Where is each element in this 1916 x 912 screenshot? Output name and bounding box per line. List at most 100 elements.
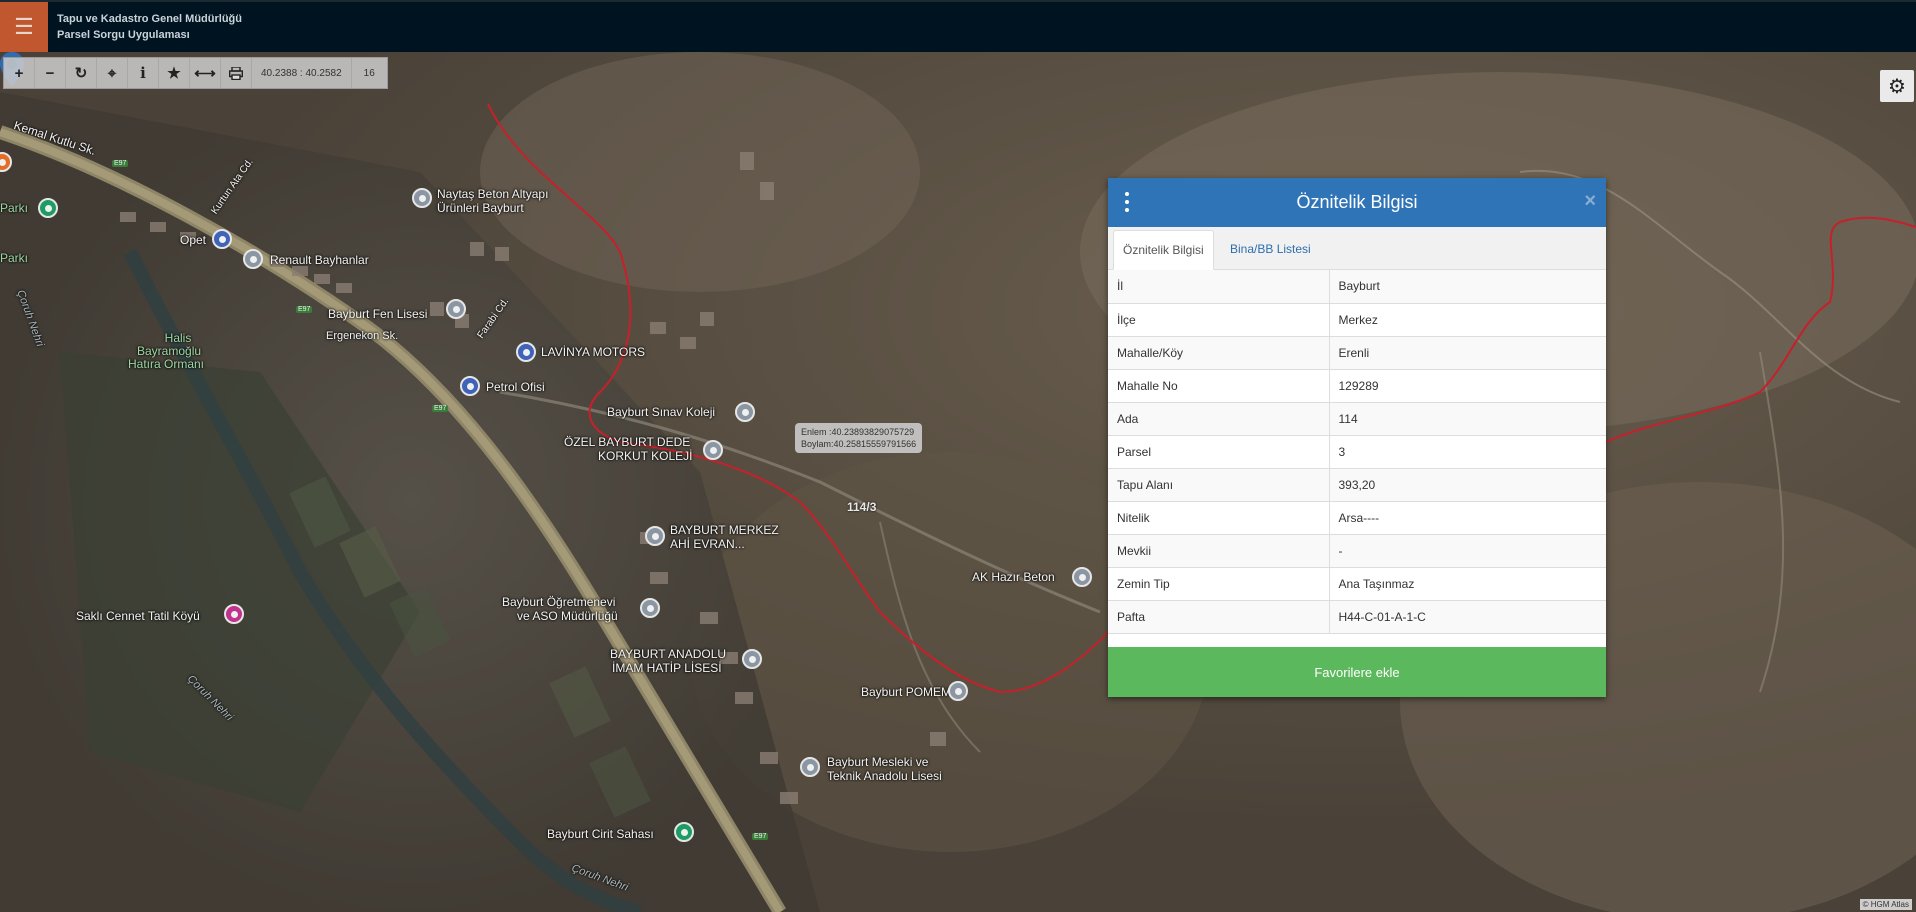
settings-button[interactable]: ⚙	[1880, 70, 1914, 102]
car-dealer-icon[interactable]	[516, 342, 536, 362]
poi-icon[interactable]	[243, 249, 263, 269]
table-row: Parsel 3	[1108, 435, 1606, 469]
zoom-in-button[interactable]: +	[4, 58, 35, 88]
attribute-key: Nitelik	[1108, 501, 1330, 535]
coordinate-readout: 40.2388 : 40.2582	[252, 58, 352, 88]
refresh-button[interactable]: ↻	[66, 58, 97, 88]
poi-icon[interactable]	[640, 598, 660, 618]
school-icon[interactable]	[645, 526, 665, 546]
ruler-icon: ⟷	[194, 65, 216, 82]
info-icon: i	[140, 64, 146, 82]
school-icon[interactable]	[800, 757, 820, 777]
school-icon[interactable]	[446, 299, 466, 319]
attribute-value: Merkez	[1329, 303, 1606, 337]
gear-icon: ⚙	[1888, 75, 1906, 98]
poi-label-ak-beton: AK Hazır Beton	[972, 570, 1055, 584]
refresh-icon: ↻	[74, 65, 88, 82]
attribute-value: -	[1329, 534, 1606, 568]
stadium-icon[interactable]	[674, 822, 694, 842]
park-label: Parkı	[0, 251, 29, 265]
tab-attribute-info[interactable]: Öznitelik Bilgisi	[1113, 230, 1214, 270]
poi-label-mesleki-2: Teknik Anadolu Lisesi	[827, 769, 942, 783]
attribute-value: 114	[1329, 402, 1606, 436]
attribute-key: İlçe	[1108, 303, 1330, 337]
attribute-value: Ana Taşınmaz	[1329, 567, 1606, 601]
road-badge: E97	[752, 833, 769, 840]
park-label: Parkı	[0, 201, 29, 215]
info-button[interactable]: i	[128, 58, 159, 88]
poi-label-renault: Renault Bayhanlar	[270, 253, 369, 267]
school-icon[interactable]	[948, 681, 968, 701]
zoom-level: 16	[363, 67, 375, 79]
printer-icon	[229, 66, 243, 80]
panel-header: Öznitelik Bilgisi ×	[1108, 178, 1606, 227]
poi-label-dede: ÖZEL BAYBURT DEDE	[564, 435, 691, 449]
road-badge: E97	[296, 306, 313, 313]
close-icon[interactable]: ×	[1584, 191, 1596, 211]
table-row: İl Bayburt	[1108, 270, 1606, 304]
menu-button[interactable]: ☰	[0, 2, 48, 52]
poi-label-ogretmenevi-2: ve ASO Müdürlüğü	[517, 609, 618, 623]
poi-label-sakli: Saklı Cennet Tatil Köyü	[76, 609, 200, 623]
zoom-out-button[interactable]: −	[35, 58, 66, 88]
add-to-favorites-button[interactable]: Favorilere ekle	[1108, 647, 1606, 697]
poi-label-mesleki: Bayburt Mesleki ve	[827, 755, 929, 769]
road-badge: E97	[112, 160, 129, 167]
poi-label-fen-lisesi: Bayburt Fen Lisesi	[328, 307, 428, 321]
attribute-value: 3	[1329, 435, 1606, 469]
table-row: Mevkii -	[1108, 534, 1606, 568]
print-button[interactable]	[221, 58, 252, 88]
poi-label-naytas: Naytaş Beton Altyapı	[437, 187, 549, 201]
table-row: Nitelik Arsa----	[1108, 501, 1606, 535]
attribute-table: İl Bayburt İlçe Merkez Mahalle/Köy Erenli M…	[1108, 270, 1606, 634]
poi-label-dede-2: KORKUT KOLEJİ	[598, 449, 693, 463]
table-row: İlçe Merkez	[1108, 303, 1606, 337]
panel-tabs: Öznitelik Bilgisi Bina/BB Listesi	[1108, 227, 1606, 270]
table-row: Pafta H44-C-01-A-1-C	[1108, 600, 1606, 634]
hamburger-icon: ☰	[14, 14, 34, 39]
panel-title: Öznitelik Bilgisi	[1296, 192, 1418, 212]
table-row: Tapu Alanı 393,20	[1108, 468, 1606, 502]
attribute-key: Tapu Alanı	[1108, 468, 1330, 502]
poi-label-cirit: Bayburt Cirit Sahası	[547, 827, 654, 841]
poi-label-pomem: Bayburt POMEM	[861, 685, 952, 699]
poi-label-opet: Opet	[180, 233, 207, 247]
gas-station-icon[interactable]	[460, 376, 480, 396]
gas-station-icon[interactable]	[212, 229, 232, 249]
poi-icon[interactable]	[1072, 567, 1092, 587]
map-attribution: © HGM Atlas	[1859, 899, 1912, 910]
attribute-value: H44-C-01-A-1-C	[1329, 600, 1606, 634]
attribute-key: Mevkii	[1108, 534, 1330, 568]
school-icon[interactable]	[703, 440, 723, 460]
kebab-menu-icon[interactable]	[1124, 192, 1130, 212]
poi-label-ahi-2: AHİ EVRAN...	[670, 537, 745, 551]
poi-label-naytas-2: Ürünleri Bayburt	[437, 201, 524, 215]
map-toolbar: + − ↻ ⌖ i ★ ⟷ 40.2388 : 40.2582 16	[3, 57, 388, 89]
favorite-button[interactable]: ★	[159, 58, 190, 88]
table-row: Mahalle No 129289	[1108, 369, 1606, 403]
table-row: Zemin Tip Ana Taşınmaz	[1108, 567, 1606, 601]
poi-label-ogretmenevi: Bayburt Öğretmenevi	[502, 595, 616, 609]
poi-label-imam-hatip: BAYBURT ANADOLU	[610, 647, 727, 661]
latitude-text: Enlem :40.23893829075729	[801, 427, 915, 437]
school-icon[interactable]	[735, 402, 755, 422]
star-icon: ★	[167, 65, 181, 82]
tab-building-list[interactable]: Bina/BB Listesi	[1221, 230, 1320, 268]
crosshair-icon: ⌖	[107, 64, 117, 82]
school-icon[interactable]	[742, 649, 762, 669]
attribute-key: Parsel	[1108, 435, 1330, 469]
attribute-value: 393,20	[1329, 468, 1606, 502]
plus-icon: +	[14, 64, 24, 82]
hotel-icon[interactable]	[224, 604, 244, 624]
poi-label-sinav: Bayburt Sınav Koleji	[607, 405, 716, 419]
road-badge: E97	[432, 405, 449, 412]
parcel-label: 114/3	[847, 500, 877, 514]
poi-label-imam-hatip-2: İMAM HATİP LİSESİ	[612, 661, 722, 675]
forest-label-line: Hatıra Ormanı	[128, 357, 205, 371]
longitude-text: Boylam:40.25815559791566	[801, 439, 917, 449]
poi-icon[interactable]	[412, 188, 432, 208]
measure-button[interactable]: ⟷	[190, 58, 221, 88]
app-header: ☰ Tapu ve Kadastro Genel Müdürlüğü Parse…	[0, 0, 1916, 52]
map-canvas[interactable]: E97 E97 E97 E97 Kemal Kutlu Sk. Parkı Pa…	[0, 52, 1916, 912]
locate-button[interactable]: ⌖	[97, 58, 128, 88]
